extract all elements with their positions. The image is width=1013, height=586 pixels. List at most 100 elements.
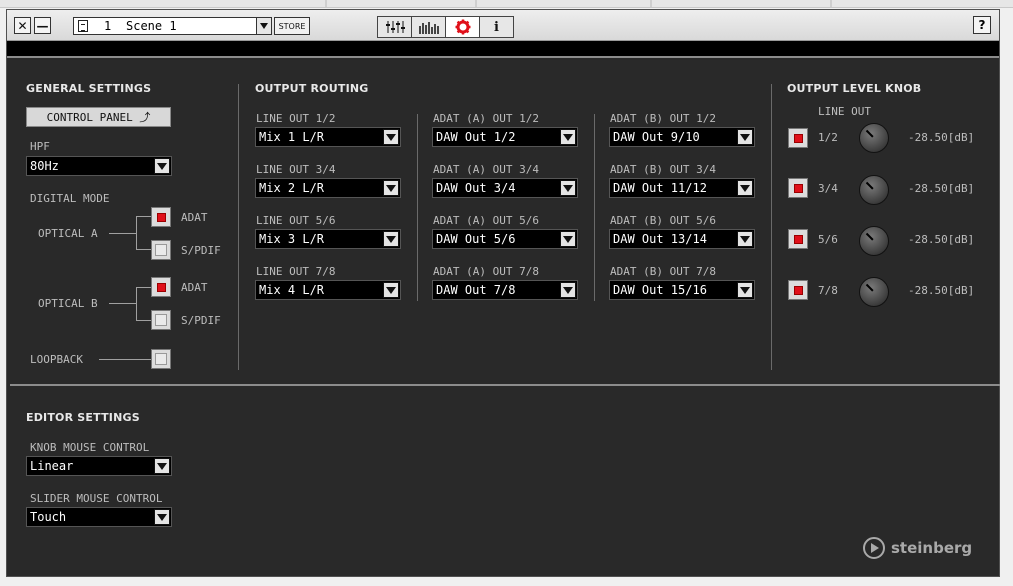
- adat-a-out-3-4-select[interactable]: DAW Out 3/4: [432, 178, 578, 198]
- adat-b-out-5-6-select[interactable]: DAW Out 13/14: [609, 229, 755, 249]
- header-black-strip: [7, 41, 999, 56]
- chevron-down-icon: [260, 23, 268, 29]
- knob-enable-1-2-checkbox[interactable]: [788, 128, 808, 148]
- editor-divider: [10, 384, 1000, 386]
- slider-mouse-control-select[interactable]: Touch: [26, 507, 172, 527]
- adat-b-out-3-4-select[interactable]: DAW Out 11/12: [609, 178, 755, 198]
- dropdown-arrow[interactable]: [737, 282, 753, 298]
- scene-number: 1: [104, 19, 112, 33]
- dropdown-arrow[interactable]: [383, 282, 399, 298]
- optical-a-spdif-radio[interactable]: [151, 240, 171, 260]
- optical-a-label: OPTICAL A: [38, 227, 98, 240]
- store-button[interactable]: STORE: [274, 17, 310, 35]
- line-out-3-4-level-knob[interactable]: [859, 175, 889, 205]
- routing-value: DAW Out 7/8: [436, 283, 516, 297]
- loopback-connector: [99, 359, 151, 360]
- line-out-7-8-level-knob[interactable]: [859, 277, 889, 307]
- tab-divider: [475, 0, 477, 7]
- optical-a-bracket-top: [136, 216, 151, 217]
- minimize-button[interactable]: —: [34, 17, 51, 34]
- close-button[interactable]: ✕: [14, 17, 31, 34]
- scene-dropdown-button[interactable]: [256, 18, 271, 34]
- chevron-down-icon: [740, 133, 750, 141]
- routing-label: ADAT (B) OUT 7/8: [610, 265, 716, 278]
- tab-meter[interactable]: [411, 16, 446, 38]
- knob-enable-7-8-checkbox[interactable]: [788, 280, 808, 300]
- routing-label: LINE OUT 3/4: [256, 163, 336, 176]
- tab-settings[interactable]: [445, 16, 480, 38]
- adat-a-out-7-8-select[interactable]: DAW Out 7/8: [432, 280, 578, 300]
- adat-b-out-1-2-select[interactable]: DAW Out 9/10: [609, 127, 755, 147]
- line-out-5-6-level-knob[interactable]: [859, 226, 889, 256]
- browser-tab-strip: [0, 0, 1013, 8]
- dropdown-arrow[interactable]: [737, 129, 753, 145]
- general-settings-heading: GENERAL SETTINGS: [26, 82, 152, 95]
- routing-label: ADAT (A) OUT 5/6: [433, 214, 539, 227]
- line-out-5-6-select[interactable]: Mix 3 L/R: [255, 229, 401, 249]
- dropdown-arrow[interactable]: [383, 231, 399, 247]
- dropdown-arrow[interactable]: [560, 231, 576, 247]
- dropdown-arrow[interactable]: [560, 129, 576, 145]
- dropdown-arrow[interactable]: [154, 509, 170, 525]
- scene-name: Scene 1: [126, 19, 177, 33]
- routing-value: Mix 4 L/R: [259, 283, 325, 297]
- adat-a-out-5-6-select[interactable]: DAW Out 5/6: [432, 229, 578, 249]
- line-out-1-2-level-knob[interactable]: [859, 123, 889, 153]
- line-out-1-2-select[interactable]: Mix 1 L/R: [255, 127, 401, 147]
- line-out-7-8-select[interactable]: Mix 4 L/R: [255, 280, 401, 300]
- dropdown-arrow[interactable]: [560, 282, 576, 298]
- knob-row-label: 7/8: [818, 284, 838, 297]
- hpf-select[interactable]: 80Hz: [26, 156, 172, 176]
- control-panel-button[interactable]: CONTROL PANEL ⤴: [26, 107, 171, 127]
- tab-divider: [650, 0, 652, 7]
- knob-value: -28.50[dB]: [908, 182, 975, 195]
- adat-b-out-7-8-select[interactable]: DAW Out 15/16: [609, 280, 755, 300]
- steinberg-wordmark: steinberg: [891, 539, 973, 557]
- knob-enable-5-6-checkbox[interactable]: [788, 229, 808, 249]
- settings-gear-icon: [455, 19, 470, 35]
- mixer-sliders-icon: [385, 21, 405, 33]
- steinberg-play-icon: [863, 537, 885, 559]
- dropdown-arrow[interactable]: [383, 180, 399, 196]
- optical-a-adat-radio[interactable]: [151, 207, 171, 227]
- line-out-subheading: LINE OUT: [818, 105, 871, 118]
- scene-selector[interactable]: 1 Scene 1: [73, 17, 272, 35]
- dropdown-arrow[interactable]: [737, 231, 753, 247]
- chevron-down-icon: [386, 235, 396, 243]
- routing-value: DAW Out 13/14: [613, 232, 707, 246]
- dropdown-arrow[interactable]: [154, 458, 170, 474]
- routing-label: ADAT (A) OUT 3/4: [433, 163, 539, 176]
- chevron-down-icon: [740, 184, 750, 192]
- help-button[interactable]: ?: [973, 16, 991, 34]
- chevron-down-icon: [740, 286, 750, 294]
- info-icon: i: [494, 19, 499, 35]
- dropdown-arrow[interactable]: [737, 180, 753, 196]
- optical-a-bracket-bottom: [136, 249, 151, 250]
- adat-a-out-1-2-select[interactable]: DAW Out 1/2: [432, 127, 578, 147]
- optical-b-bracket-top: [136, 287, 151, 288]
- section-divider: [771, 84, 772, 370]
- optical-b-adat-radio[interactable]: [151, 277, 171, 297]
- tab-mixer[interactable]: [377, 16, 412, 38]
- hpf-dropdown-arrow[interactable]: [154, 158, 170, 174]
- dropdown-arrow[interactable]: [560, 180, 576, 196]
- line-out-3-4-select[interactable]: Mix 2 L/R: [255, 178, 401, 198]
- knob-mouse-control-select[interactable]: Linear: [26, 456, 172, 476]
- optical-b-spdif-radio[interactable]: [151, 310, 171, 330]
- routing-value: DAW Out 9/10: [613, 130, 700, 144]
- optical-b-adat-label: ADAT: [181, 281, 208, 294]
- chevron-down-icon: [386, 133, 396, 141]
- optical-a-bracket: [136, 216, 137, 249]
- routing-label: ADAT (B) OUT 5/6: [610, 214, 716, 227]
- dspmixfx-window: ✕ — 1 Scene 1 STORE i ? GENERAL SETTINGS…: [6, 9, 1000, 577]
- routing-label: ADAT (B) OUT 1/2: [610, 112, 716, 125]
- chevron-down-icon: [386, 184, 396, 192]
- routing-label: LINE OUT 1/2: [256, 112, 336, 125]
- tab-info[interactable]: i: [479, 16, 514, 38]
- knob-value: -28.50[dB]: [908, 233, 975, 246]
- loopback-checkbox[interactable]: [151, 349, 171, 369]
- knob-enable-3-4-checkbox[interactable]: [788, 178, 808, 198]
- dropdown-arrow[interactable]: [383, 129, 399, 145]
- minimize-icon: —: [36, 18, 49, 33]
- chevron-down-icon: [563, 286, 573, 294]
